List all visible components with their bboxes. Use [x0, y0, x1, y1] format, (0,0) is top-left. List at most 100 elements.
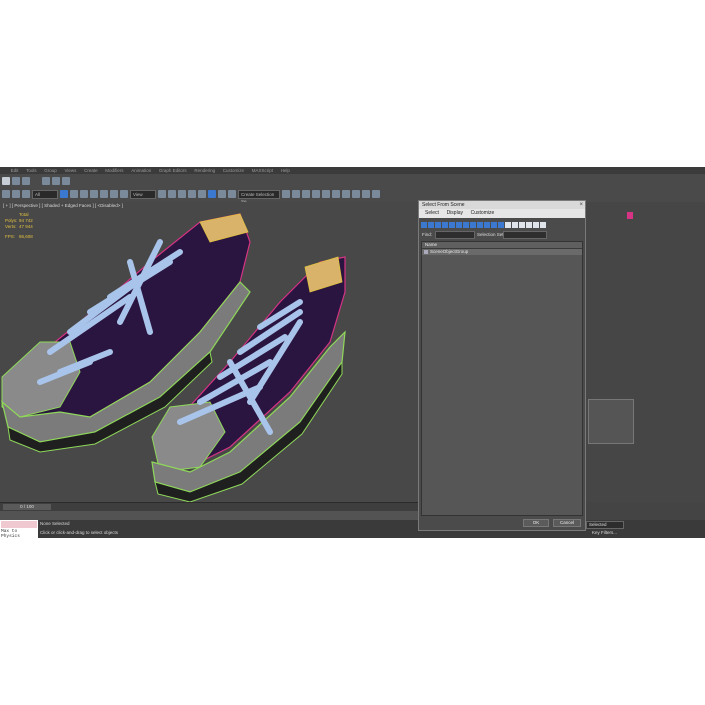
- schematic-view-icon[interactable]: [332, 190, 340, 198]
- selection-status: None Selected: [40, 521, 70, 526]
- named-selection-dropdown[interactable]: Create Selection Se: [238, 189, 280, 204]
- menu-item-edit[interactable]: Edit: [11, 167, 19, 174]
- menu-item-tools[interactable]: Tools: [26, 167, 37, 174]
- angle-snap-icon[interactable]: [198, 190, 206, 198]
- dialog-title: Select From Scene: [419, 201, 585, 209]
- render-teapot-icon[interactable]: [372, 190, 380, 198]
- filter-icon[interactable]: [533, 222, 539, 228]
- frame-counter[interactable]: 0 / 100: [3, 504, 51, 510]
- unlink-selection-icon[interactable]: [12, 190, 20, 198]
- keyboard-shortcut-icon[interactable]: [178, 190, 186, 198]
- move-icon[interactable]: [100, 190, 108, 198]
- helpers-filter-icon[interactable]: [449, 222, 455, 228]
- selection-set-dropdown[interactable]: [503, 231, 547, 239]
- menu-item-views[interactable]: Views: [64, 167, 76, 174]
- geometry-filter-icon[interactable]: [421, 222, 427, 228]
- hierarchy-icon[interactable]: [540, 222, 546, 228]
- list-item-label: SceneObjectGroup: [430, 249, 469, 254]
- percent-snap-icon[interactable]: [208, 190, 216, 198]
- sneaker-model-render: [0, 213, 346, 502]
- groups-filter-icon[interactable]: [463, 222, 469, 228]
- name-column-header[interactable]: Name: [422, 242, 582, 249]
- display-none-icon[interactable]: [512, 222, 518, 228]
- main-toolbar: All View Create Selection Se: [0, 174, 705, 204]
- scale-icon[interactable]: [120, 190, 128, 198]
- maxscript-listener[interactable]: Max to Physics: [0, 520, 38, 538]
- object-color-swatch[interactable]: [627, 212, 633, 219]
- find-input[interactable]: [435, 231, 475, 239]
- menu-item-rendering[interactable]: Rendering: [194, 167, 215, 174]
- scene-object-list[interactable]: Name SceneObjectGroup: [421, 241, 583, 516]
- menu-item-animation[interactable]: Animation: [131, 167, 151, 174]
- dialog-menu-customize[interactable]: Customize: [471, 210, 495, 216]
- modifier-stack-preview: [588, 399, 634, 444]
- redo-icon[interactable]: [22, 177, 30, 185]
- unlink-icon[interactable]: [52, 177, 60, 185]
- close-icon[interactable]: ×: [579, 201, 583, 209]
- display-all-icon[interactable]: [505, 222, 511, 228]
- shapes-filter-icon[interactable]: [428, 222, 434, 228]
- spinner-snap-icon[interactable]: [218, 190, 226, 198]
- dialog-menu-select[interactable]: Select: [425, 210, 439, 216]
- snap-toggle-icon[interactable]: [188, 190, 196, 198]
- menu-item-modifiers[interactable]: Modifiers: [105, 167, 123, 174]
- window-crossing-icon[interactable]: [90, 190, 98, 198]
- rotate-icon[interactable]: [110, 190, 118, 198]
- cameras-filter-icon[interactable]: [442, 222, 448, 228]
- bind-space-warp-icon[interactable]: [62, 177, 70, 185]
- space-warps-filter-icon[interactable]: [456, 222, 462, 228]
- cancel-button[interactable]: Cancel: [553, 519, 581, 527]
- menu-item-help[interactable]: Help: [281, 167, 290, 174]
- select-manipulate-icon[interactable]: [168, 190, 176, 198]
- frozen-filter-icon[interactable]: [491, 222, 497, 228]
- layer-manager-icon[interactable]: [302, 190, 310, 198]
- maxscript-mini-input[interactable]: [1, 521, 37, 528]
- toolbar-row-main: All View Create Selection Se: [2, 188, 380, 204]
- time-slider: 0 / 100: [0, 502, 420, 521]
- max-application: Edit Tools Group Views Create Modifiers …: [0, 167, 705, 538]
- dialog-menu-bar: Select Display Customize: [419, 209, 585, 218]
- dialog-menu-display[interactable]: Display: [447, 210, 463, 216]
- key-mode-dropdown[interactable]: Selected: [586, 521, 624, 529]
- mirror-icon[interactable]: [282, 190, 290, 198]
- reference-coordinate-dropdown[interactable]: View: [130, 189, 156, 199]
- render-setup-icon[interactable]: [352, 190, 360, 198]
- bind-icon[interactable]: [22, 190, 30, 198]
- hidden-filter-icon[interactable]: [498, 222, 504, 228]
- select-link-icon[interactable]: [2, 190, 10, 198]
- bones-filter-icon[interactable]: [477, 222, 483, 228]
- select-object-icon[interactable]: [60, 190, 68, 198]
- toolbar-row-top: [2, 175, 70, 187]
- app-logo-icon[interactable]: [2, 177, 10, 185]
- rectangular-selection-icon[interactable]: [80, 190, 88, 198]
- find-label: Find:: [422, 232, 433, 237]
- menu-item-maxscript[interactable]: MAXScript: [252, 167, 273, 174]
- command-panel: [586, 202, 705, 502]
- menu-item-customize[interactable]: Customize: [223, 167, 244, 174]
- perspective-viewport[interactable]: [ + ] [ Perspective ] [ Shaded + Edged F…: [0, 202, 419, 502]
- key-filters-button[interactable]: Key Filters...: [592, 530, 617, 536]
- material-editor-icon[interactable]: [342, 190, 350, 198]
- edit-named-selection-icon[interactable]: [228, 190, 236, 198]
- xrefs-filter-icon[interactable]: [470, 222, 476, 228]
- sync-selection-icon[interactable]: [526, 222, 532, 228]
- status-bar: Max to Physics None Selected Click or cl…: [0, 520, 705, 538]
- selection-set-label: Selection Set:: [477, 232, 505, 237]
- undo-icon[interactable]: [12, 177, 20, 185]
- link-icon[interactable]: [42, 177, 50, 185]
- invert-display-icon[interactable]: [519, 222, 525, 228]
- menu-item-create[interactable]: Create: [84, 167, 98, 174]
- pivot-center-icon[interactable]: [158, 190, 166, 198]
- align-icon[interactable]: [292, 190, 300, 198]
- curve-editor-icon[interactable]: [322, 190, 330, 198]
- menu-item-graph-editors[interactable]: Graph Editors: [159, 167, 187, 174]
- ok-button[interactable]: OK: [523, 519, 549, 527]
- lights-filter-icon[interactable]: [435, 222, 441, 228]
- graphite-tools-icon[interactable]: [312, 190, 320, 198]
- list-item[interactable]: SceneObjectGroup: [422, 249, 582, 255]
- select-by-name-icon[interactable]: [70, 190, 78, 198]
- selection-filter-dropdown[interactable]: All: [32, 189, 58, 199]
- containers-filter-icon[interactable]: [484, 222, 490, 228]
- rendered-frame-icon[interactable]: [362, 190, 370, 198]
- menu-item-group[interactable]: Group: [44, 167, 57, 174]
